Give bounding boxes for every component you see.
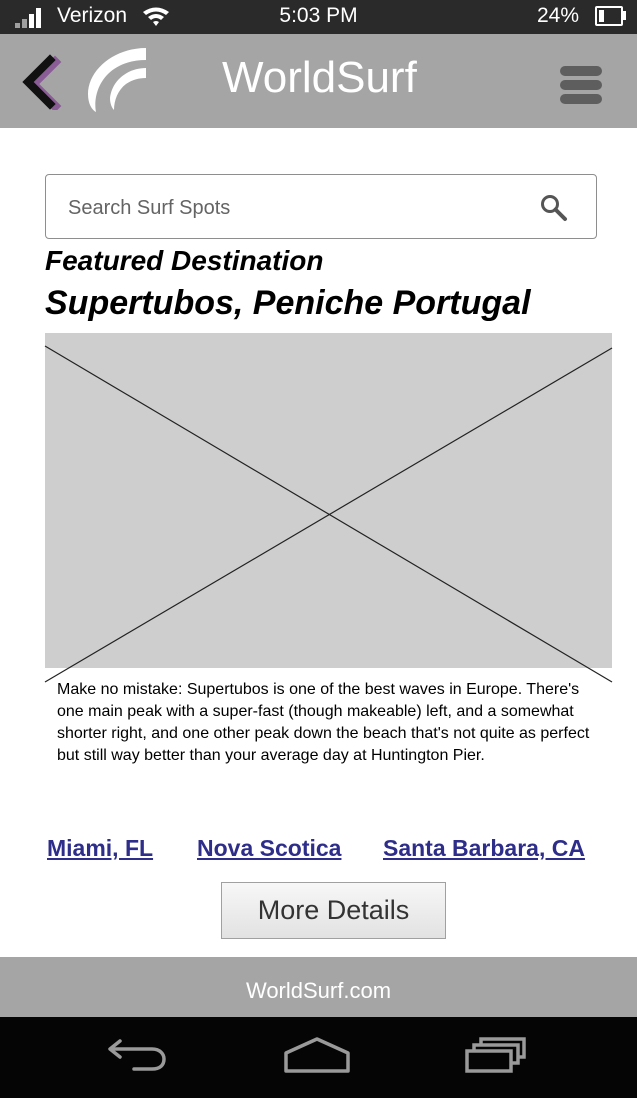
system-nav-bar [0,1017,637,1098]
recent-apps-icon[interactable] [462,1035,528,1075]
back-chevron-icon[interactable] [18,54,62,110]
featured-label: Featured Destination [45,245,324,276]
app-title: WorldSurf [222,53,417,102]
battery-percentage: 24% [537,4,580,27]
destination-title: Supertubos, Peniche Portugal [45,284,531,322]
destination-links: Miami, FL Nova Scotica Santa Barbara, CA [0,832,637,864]
link-nova-scotica[interactable]: Nova Scotica [197,832,341,864]
battery-nub [623,11,626,20]
more-details-button[interactable]: More Details [221,882,446,939]
search-icon[interactable] [539,193,569,223]
worldsurf-logo-icon [88,48,146,112]
battery-level-fill [599,10,604,22]
app-header: WorldSurf [0,34,637,128]
search-input[interactable] [68,191,518,225]
home-icon[interactable] [282,1035,352,1075]
back-arrow-icon[interactable] [106,1035,170,1075]
footer-text: WorldSurf.com [245,978,392,1003]
destination-description: Make no mistake: Supertubos is one of th… [57,681,590,764]
link-miami[interactable]: Miami, FL [47,832,153,864]
hamburger-menu-icon[interactable] [560,66,604,106]
search-box [45,174,597,239]
status-bar: Verizon 5:03 PM 24% [0,0,637,34]
footer: WorldSurf.com [0,957,637,1017]
link-santa-barbara[interactable]: Santa Barbara, CA [383,832,585,864]
battery-icon [595,6,623,26]
hero-image-placeholder [45,333,612,668]
